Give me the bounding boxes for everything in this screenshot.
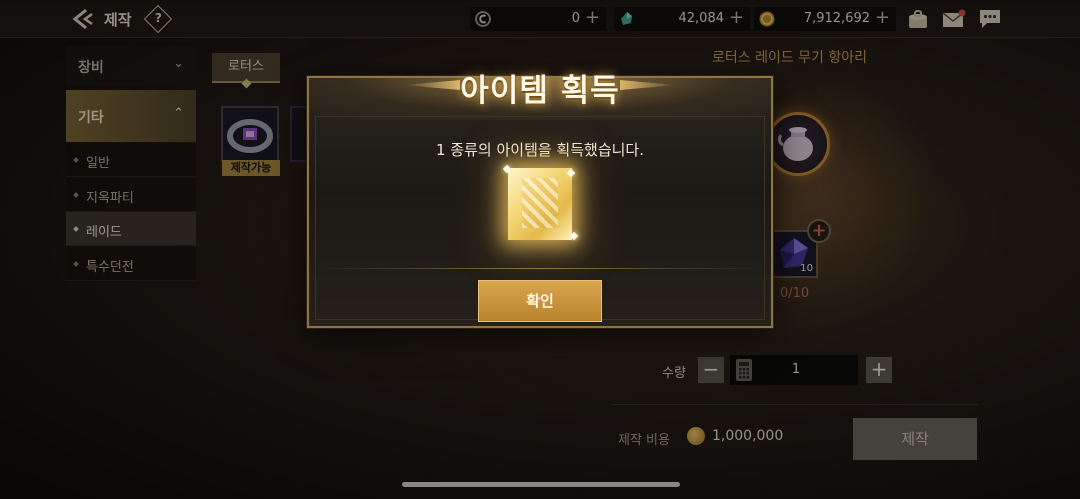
confirm-button[interactable]: 확인 <box>478 280 602 322</box>
item-shine <box>522 178 558 228</box>
acquired-item-icon[interactable] <box>508 168 572 240</box>
home-indicator[interactable] <box>402 482 680 487</box>
modal-title: 아이템 획득 <box>460 73 620 109</box>
modal-message: 1 종류의 아이템을 획득했습니다. <box>435 141 645 159</box>
modal-divider <box>318 268 762 269</box>
modal-title-banner: 아이템 획득 <box>404 62 676 110</box>
